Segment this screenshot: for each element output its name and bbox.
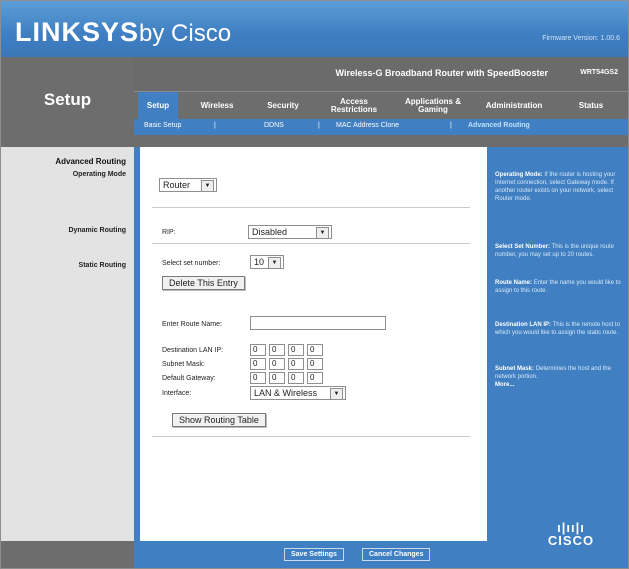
destination-lan-ip-label: Destination LAN IP: bbox=[162, 347, 224, 354]
route-name-label: Enter Route Name: bbox=[162, 321, 222, 328]
subtab-separator: | bbox=[214, 122, 216, 129]
chevron-down-icon[interactable]: ▼ bbox=[316, 227, 329, 239]
firmware-version: Firmware Version: 1.00.6 bbox=[542, 35, 620, 42]
tab-status[interactable]: Status bbox=[568, 92, 614, 119]
destination-ip-octet-2[interactable]: 0 bbox=[269, 344, 285, 356]
subnet-mask-octet-3[interactable]: 0 bbox=[288, 358, 304, 370]
left-label-column: Advanced Routing Operating Mode Dynamic … bbox=[1, 147, 134, 541]
chevron-down-icon[interactable]: ▼ bbox=[201, 180, 214, 192]
default-gateway-label: Default Gateway: bbox=[162, 375, 216, 382]
tab-wireless[interactable]: Wireless bbox=[194, 92, 240, 119]
subtab-separator: | bbox=[450, 122, 452, 129]
gateway-octet-1[interactable]: 0 bbox=[250, 372, 266, 384]
gateway-octet-3[interactable]: 0 bbox=[288, 372, 304, 384]
subtab-mac-address-clone[interactable]: MAC Address Clone bbox=[336, 122, 399, 129]
route-name-input[interactable] bbox=[250, 316, 386, 330]
help-route-name: Route Name: Enter the name you would lik… bbox=[495, 279, 623, 295]
separator-line bbox=[152, 207, 470, 208]
interface-select[interactable]: LAN & Wireless ▼ bbox=[250, 386, 346, 400]
subtab-advanced-routing[interactable]: Advanced Routing bbox=[468, 122, 530, 129]
select-set-number-label: Select set number: bbox=[162, 260, 221, 267]
advanced-routing-form: Router ▼ RIP: Disabled ▼ Select set numb… bbox=[140, 147, 487, 541]
operating-mode-select[interactable]: Router ▼ bbox=[159, 178, 217, 192]
tab-applications-gaming[interactable]: Applications & Gaming bbox=[402, 92, 464, 119]
help-set-number: Select Set Number: This is the unique ro… bbox=[495, 243, 623, 259]
subtab-separator: | bbox=[318, 122, 320, 129]
main-tabs: Setup Wireless Security Access Restricti… bbox=[134, 92, 628, 119]
destination-ip-octet-3[interactable]: 0 bbox=[288, 344, 304, 356]
sub-tabs: Basic Setup | DDNS | MAC Address Clone |… bbox=[134, 119, 628, 135]
model-number: WRT54GS2 bbox=[580, 69, 618, 76]
subtab-basic-setup[interactable]: Basic Setup bbox=[144, 122, 181, 129]
dynamic-routing-label: Dynamic Routing bbox=[68, 227, 126, 234]
rip-select[interactable]: Disabled ▼ bbox=[248, 225, 332, 239]
destination-ip-octet-4[interactable]: 0 bbox=[307, 344, 323, 356]
product-row: Wireless-G Broadband Router with SpeedBo… bbox=[134, 57, 628, 92]
rip-value: Disabled bbox=[252, 227, 288, 237]
help-set-number-title: Select Set Number: bbox=[495, 244, 551, 250]
set-number-select[interactable]: 10 ▼ bbox=[250, 255, 284, 269]
product-name: Wireless-G Broadband Router with SpeedBo… bbox=[335, 68, 548, 78]
router-admin-page: LINKSYSby Cisco Firmware Version: 1.00.6… bbox=[0, 0, 629, 569]
operating-mode-value: Router bbox=[163, 180, 191, 190]
logo-text: LINKSYS bbox=[15, 17, 140, 47]
separator-line bbox=[152, 436, 470, 437]
footer-bar: Save Settings Cancel Changes bbox=[134, 541, 487, 568]
section-title: Setup bbox=[43, 90, 92, 109]
operating-mode-label: Operating Mode bbox=[72, 171, 126, 178]
static-routing-label: Static Routing bbox=[78, 262, 126, 269]
rip-label: RIP: bbox=[162, 229, 176, 236]
cisco-logo: ı|ıı|ı CISCO bbox=[541, 521, 601, 548]
help-operating-mode-title: Operating Mode: bbox=[495, 172, 543, 178]
gateway-octet-2[interactable]: 0 bbox=[269, 372, 285, 384]
set-number-value: 10 bbox=[254, 257, 265, 267]
interface-label: Interface: bbox=[162, 390, 192, 397]
gateway-octet-4[interactable]: 0 bbox=[307, 372, 323, 384]
help-destination-lan-ip-title: Destination LAN IP: bbox=[495, 322, 552, 328]
cisco-wordmark: CISCO bbox=[547, 533, 595, 548]
help-subnet-mask-title: Subnet Mask: bbox=[495, 366, 535, 372]
help-panel: Operating Mode: If the router is hosting… bbox=[487, 147, 628, 541]
brand-bar: LINKSYSby Cisco Firmware Version: 1.00.6 bbox=[1, 1, 628, 57]
separator-line bbox=[152, 243, 470, 244]
advanced-routing-heading: Advanced Routing bbox=[55, 157, 126, 166]
tab-access-restrictions[interactable]: Access Restrictions bbox=[326, 92, 382, 119]
linksys-logo: LINKSYSby Cisco bbox=[15, 17, 231, 48]
tab-security[interactable]: Security bbox=[260, 92, 306, 119]
chevron-down-icon[interactable]: ▼ bbox=[330, 388, 343, 400]
logo-by-cisco: by Cisco bbox=[139, 20, 232, 47]
help-operating-mode: Operating Mode: If the router is hosting… bbox=[495, 171, 623, 203]
delete-entry-button[interactable]: Delete This Entry bbox=[162, 276, 245, 290]
chevron-down-icon[interactable]: ▼ bbox=[268, 257, 281, 269]
subnet-mask-octet-4[interactable]: 0 bbox=[307, 358, 323, 370]
footer-left bbox=[1, 541, 134, 568]
subnet-mask-label: Subnet Mask: bbox=[162, 361, 205, 368]
help-more-link[interactable]: More... bbox=[495, 382, 514, 388]
help-destination-lan-ip: Destination LAN IP: This is the remote h… bbox=[495, 321, 623, 337]
section-header: Setup bbox=[1, 57, 134, 147]
nav-header: Wireless-G Broadband Router with SpeedBo… bbox=[134, 57, 628, 147]
help-route-name-title: Route Name: bbox=[495, 280, 533, 286]
show-routing-table-button[interactable]: Show Routing Table bbox=[172, 413, 266, 427]
tab-setup[interactable]: Setup bbox=[138, 92, 178, 119]
help-subnet-mask: Subnet Mask: Determines the host and the… bbox=[495, 365, 623, 389]
subnet-mask-octet-2[interactable]: 0 bbox=[269, 358, 285, 370]
subtab-ddns[interactable]: DDNS bbox=[264, 122, 284, 129]
save-settings-button[interactable]: Save Settings bbox=[284, 548, 344, 561]
interface-value: LAN & Wireless bbox=[254, 388, 318, 398]
destination-ip-octet-1[interactable]: 0 bbox=[250, 344, 266, 356]
subnet-mask-octet-1[interactable]: 0 bbox=[250, 358, 266, 370]
cancel-changes-button[interactable]: Cancel Changes bbox=[362, 548, 431, 561]
tab-administration[interactable]: Administration bbox=[478, 92, 550, 119]
